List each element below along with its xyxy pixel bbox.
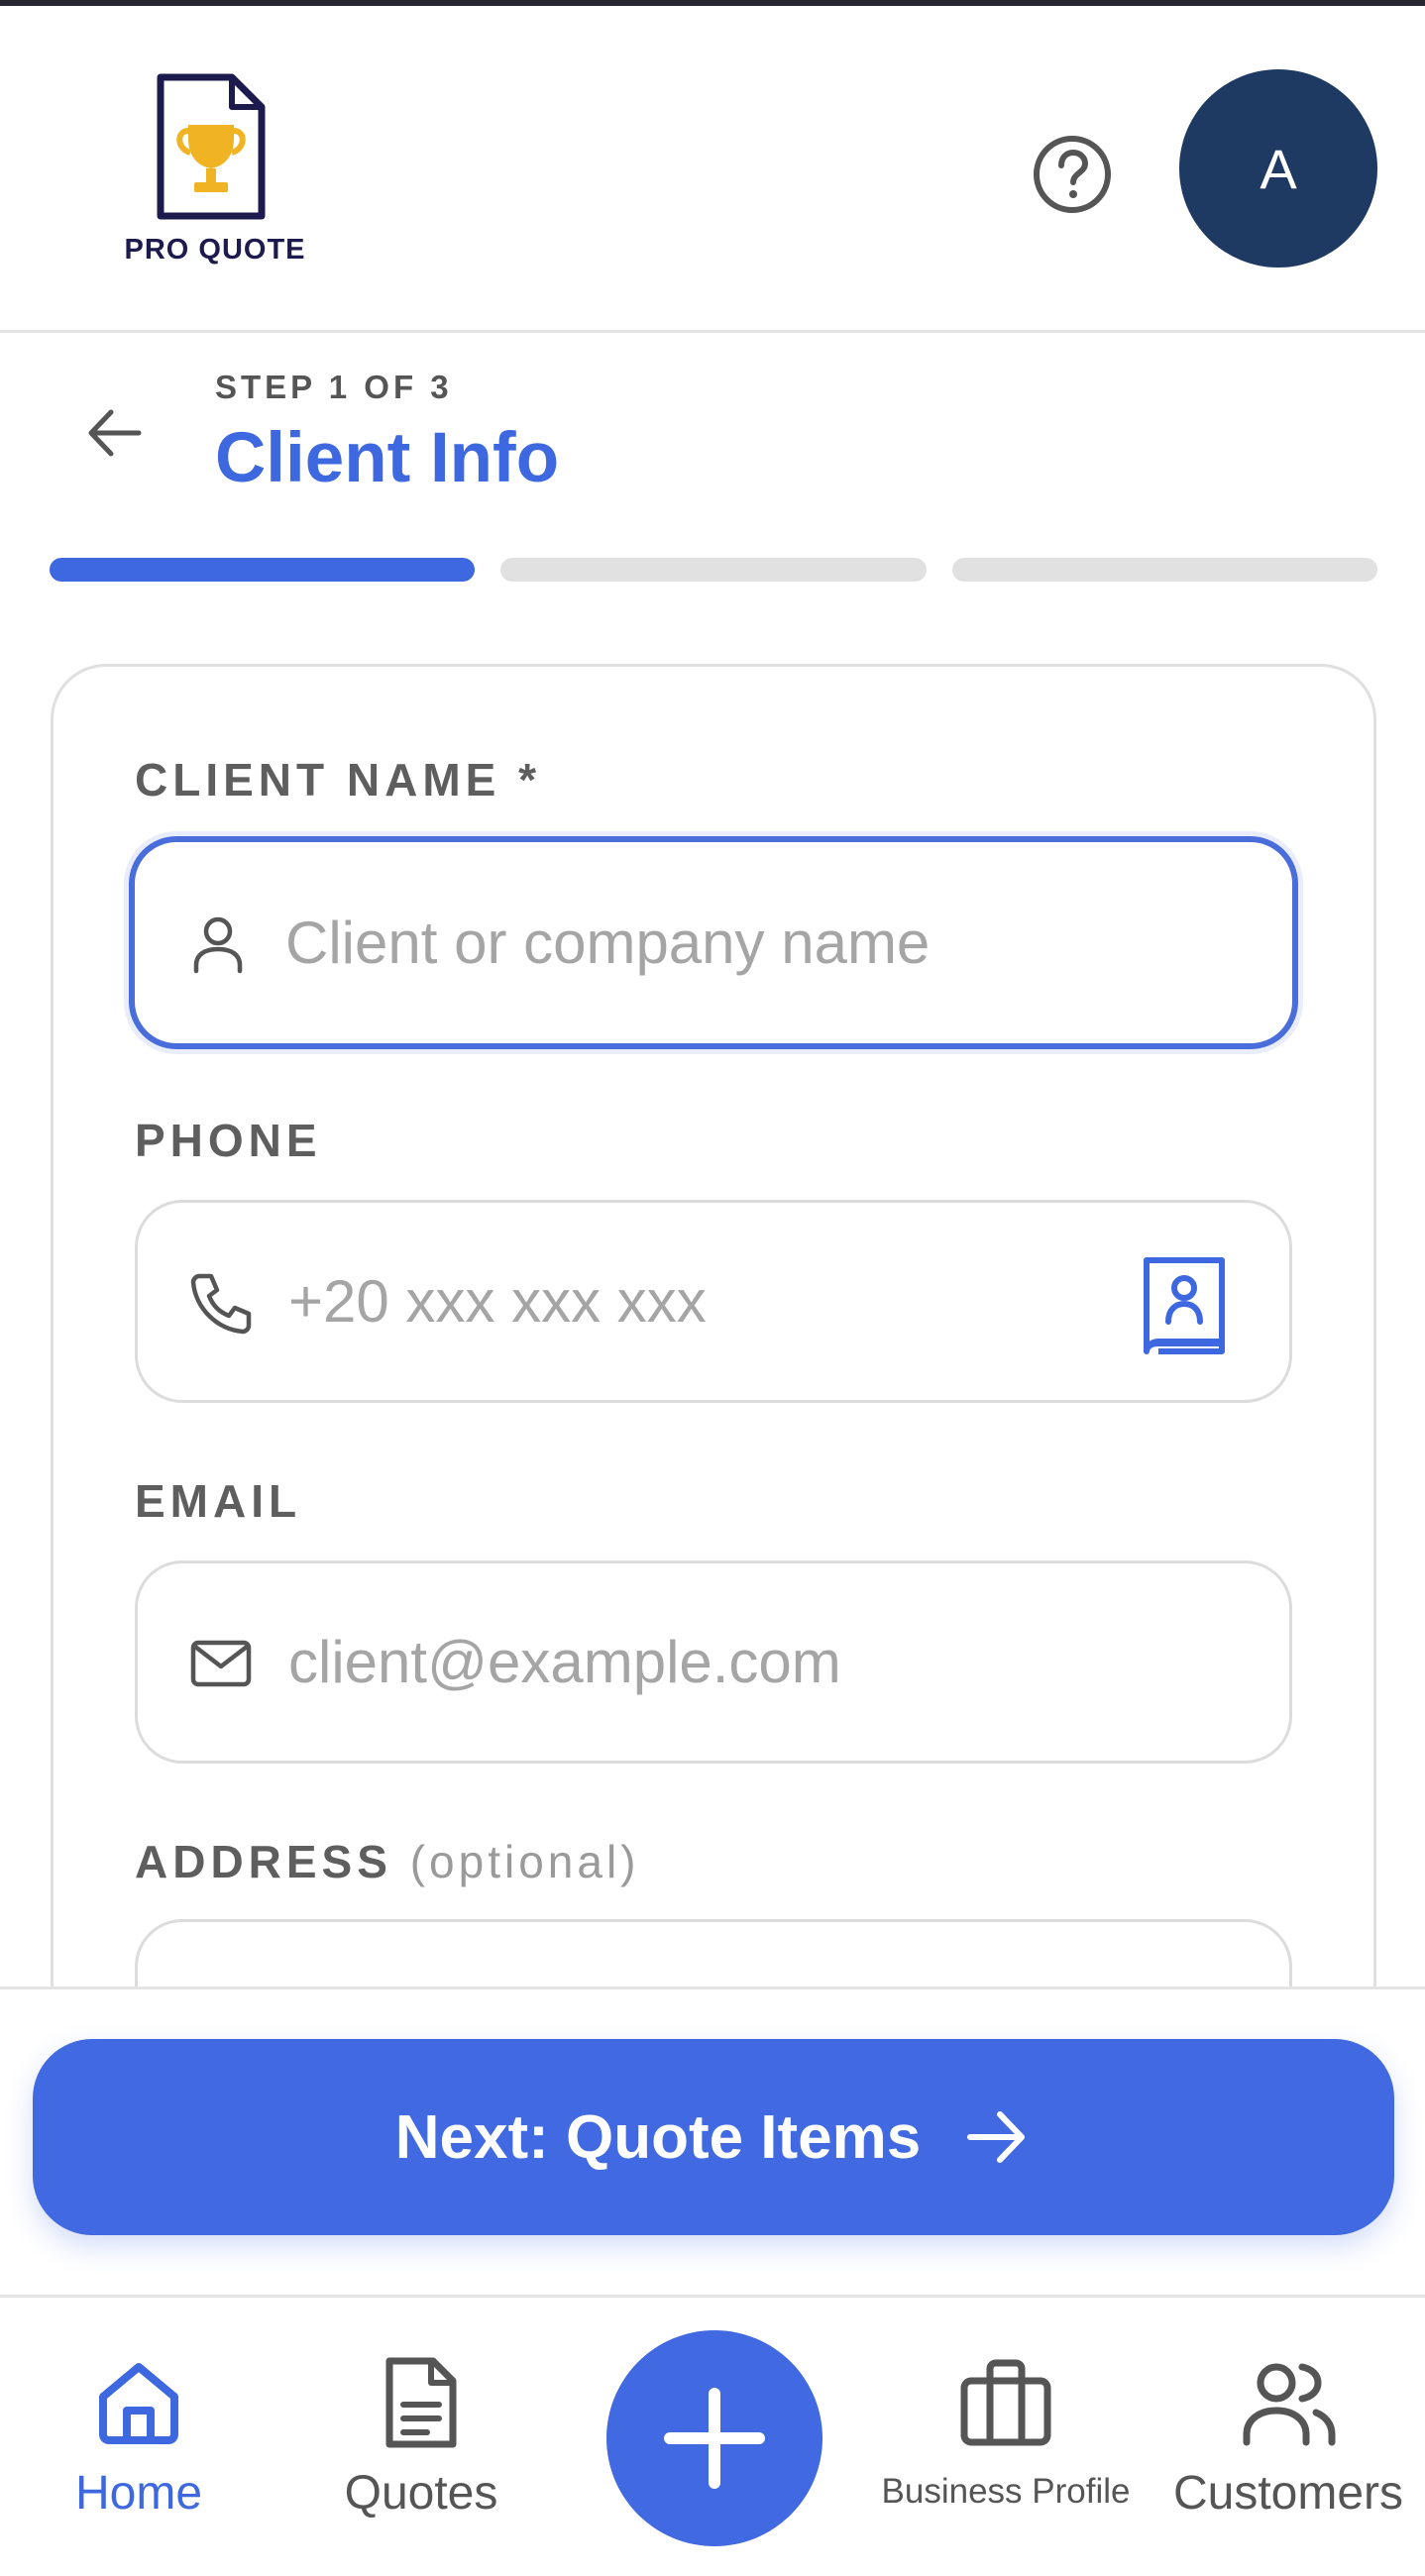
next-button-label: Next: Quote Items <box>394 2102 922 2172</box>
nav-label-business-profile: Business Profile <box>881 2472 1131 2511</box>
next-quote-items-button[interactable]: Next: Quote Items <box>33 2039 1394 2235</box>
progress-segment-3 <box>951 558 1377 582</box>
pro-quote-logo[interactable]: PRO QUOTE <box>121 73 309 271</box>
nav-item-home[interactable]: Home <box>69 2298 208 2576</box>
address-optional-hint: (optional) <box>409 1836 640 1887</box>
address-label-text: ADDRESS <box>135 1836 392 1887</box>
progress-segment-1 <box>50 558 476 582</box>
document-icon <box>385 2357 457 2448</box>
app-header: PRO QUOTE A <box>0 6 1425 333</box>
email-label: EMAIL <box>135 1475 302 1527</box>
client-name-label: CLIENT NAME * <box>135 754 541 805</box>
phone-placeholder: +20 xxx xxx xxx <box>288 1268 707 1335</box>
address-label: ADDRESS (optional) <box>135 1835 640 1888</box>
arrow-right-icon <box>967 2111 1026 2163</box>
contacts-book-icon[interactable] <box>1139 1252 1230 1357</box>
plus-icon <box>664 2388 765 2489</box>
create-quote-fab[interactable] <box>606 2330 822 2546</box>
nav-label-quotes: Quotes <box>344 2467 498 2520</box>
phone-label: PHONE <box>135 1115 322 1166</box>
home-icon <box>99 2363 178 2444</box>
person-icon <box>193 916 243 973</box>
step-indicator: STEP 1 OF 3 <box>215 369 453 405</box>
email-placeholder: client@example.com <box>288 1629 841 1695</box>
brand-name: PRO QUOTE <box>124 234 306 266</box>
phone-field[interactable]: +20 xxx xxx xxx <box>135 1200 1292 1403</box>
nav-item-customers[interactable]: Customers <box>1159 2298 1417 2576</box>
nav-item-business-profile[interactable]: Business Profile <box>872 2298 1140 2576</box>
avatar[interactable]: A <box>1179 69 1377 268</box>
nav-item-quotes[interactable]: Quotes <box>327 2298 515 2576</box>
phone-icon <box>190 1273 252 1334</box>
email-field[interactable]: client@example.com <box>135 1560 1292 1764</box>
step-progress-bar <box>50 558 1377 582</box>
avatar-initial: A <box>1260 137 1297 200</box>
back-arrow-icon[interactable] <box>81 400 147 466</box>
nav-label-customers: Customers <box>1172 2467 1404 2520</box>
help-icon[interactable] <box>1031 133 1114 216</box>
nav-label-home: Home <box>74 2467 203 2520</box>
users-icon <box>1243 2363 1336 2446</box>
briefcase-icon <box>960 2359 1051 2446</box>
mail-icon <box>190 1640 252 1686</box>
client-name-placeholder: Client or company name <box>285 910 931 976</box>
progress-segment-2 <box>500 558 927 582</box>
page-title: Client Info <box>215 419 560 497</box>
client-name-field[interactable]: Client or company name <box>129 836 1298 1049</box>
trophy-document-icon <box>157 73 266 220</box>
